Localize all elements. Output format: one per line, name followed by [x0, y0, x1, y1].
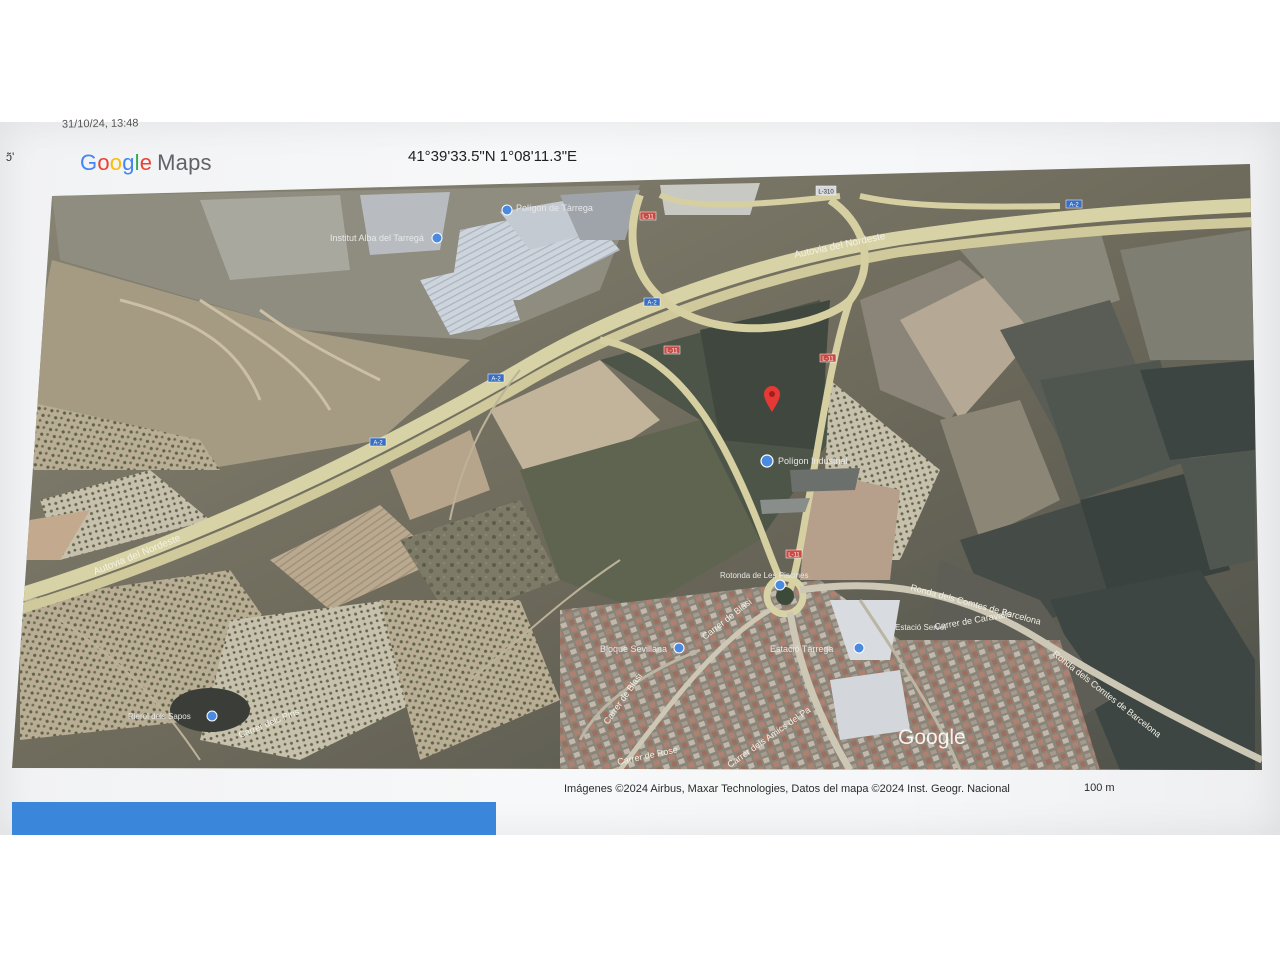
- road-shield: L-11: [819, 353, 837, 363]
- road-shield-label: A-2: [647, 301, 657, 307]
- road-shield-label: A-2: [491, 377, 501, 383]
- road-shield-label: A-2: [1069, 203, 1079, 209]
- road-shield: A-2: [1065, 199, 1083, 209]
- road-shield-label: L-11: [822, 357, 834, 363]
- photo-background: [0, 835, 1280, 960]
- road-shield: A-2: [369, 437, 387, 447]
- place-label: Polígon de Tàrrega: [516, 203, 593, 213]
- place-label: Rierol dels Sapos: [128, 712, 191, 721]
- road-shield-label: A-2: [373, 441, 383, 447]
- road-shield-label: L-11: [642, 215, 654, 221]
- road-shield: L-11: [785, 549, 803, 559]
- map-attribution: Imágenes ©2024 Airbus, Maxar Technologie…: [564, 783, 1010, 795]
- road-shield: A-2: [487, 373, 505, 383]
- road-shield-label: L-11: [666, 349, 678, 355]
- road-shield: L-11: [663, 345, 681, 355]
- road-shield-label: L-11: [788, 553, 800, 559]
- road-shield: L-310: [815, 185, 837, 196]
- place-label: Bloque Sevillana: [600, 644, 667, 654]
- road-shield: L-11: [639, 211, 657, 221]
- photographed-printout: 31/10/24, 13:48 ɔ̃' Google Maps 41°39'33…: [0, 0, 1280, 960]
- place-label: Estació Tàrrega: [770, 644, 833, 654]
- blue-highlight-bar: [12, 802, 496, 835]
- place-label: Polígon Industrial: [778, 456, 848, 466]
- place-label: Estació Servei: [895, 623, 946, 632]
- google-watermark: Google: [898, 726, 966, 749]
- place-label: Rotonda de Les Piscines: [720, 571, 809, 580]
- road-shield-label: L-310: [818, 190, 834, 196]
- road-shield: A-2: [643, 297, 661, 307]
- scale-label: 100 m: [1084, 782, 1115, 794]
- place-label: Institut Alba del Tarregá: [330, 233, 424, 243]
